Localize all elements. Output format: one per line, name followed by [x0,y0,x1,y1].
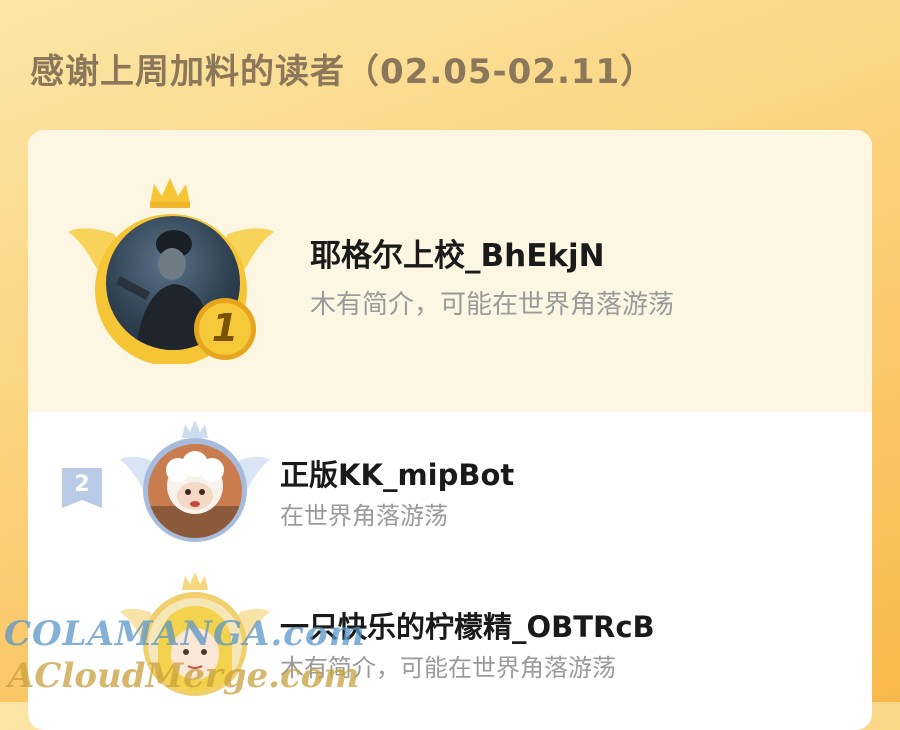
rank-number: 1 [211,306,239,350]
watermark-colamanga: COLAMANGA.com [4,614,366,654]
reader-name: 耶格尔上校_BhEkjN [310,238,605,274]
rank-number: 2 [74,472,90,497]
page-title: 感谢上周加料的读者（02.05-02.11） [30,52,656,92]
reader-intro: 木有简介，可能在世界角落游荡 [310,290,675,320]
watermark-acloudmerge: ACloudMerge.com [8,656,360,696]
rank-badge-gold: 1 [192,296,258,362]
reader-intro: 在世界角落游荡 [280,502,448,530]
rank-badge-silver: 2 [60,466,104,510]
reader-name: 正版KK_mipBot [280,458,515,492]
avatar[interactable] [148,444,242,538]
